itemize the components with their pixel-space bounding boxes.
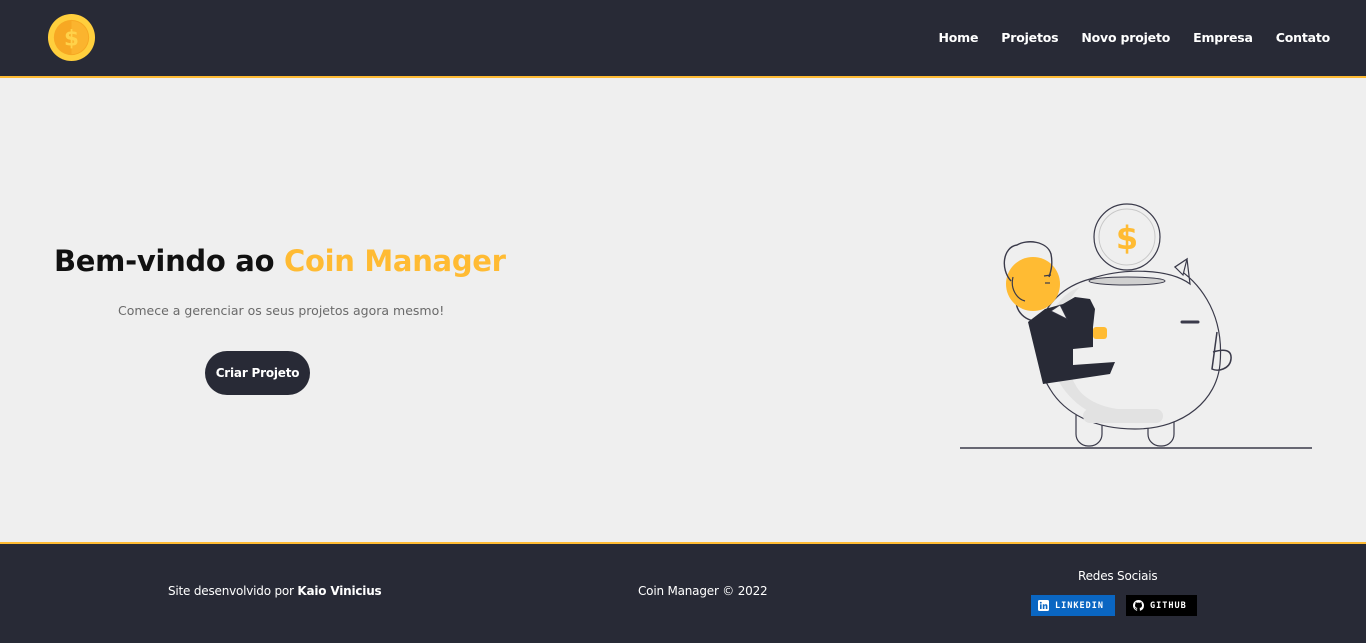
dollar-coin-icon[interactable]: $ — [47, 13, 96, 62]
footer: Site desenvolvido por Kaio Vinicius Coin… — [0, 542, 1366, 643]
nav-link-contato[interactable]: Contato — [1276, 30, 1330, 45]
footer-credit-author: Kaio Vinicius — [297, 584, 382, 598]
linkedin-icon — [1038, 600, 1049, 611]
hero-title-prefix: Bem-vindo ao — [54, 244, 284, 278]
piggy-bank-coin-illustration: $ — [960, 203, 1312, 449]
navbar: $ Home Projetos Novo projeto Empresa Con… — [0, 0, 1366, 78]
footer-credit-prefix: Site desenvolvido por — [168, 584, 298, 598]
svg-text:$: $ — [1116, 219, 1138, 257]
create-project-button[interactable]: Criar Projeto — [205, 351, 310, 395]
linkedin-label: LINKEDIN — [1055, 600, 1104, 611]
github-label: GITHUB — [1150, 600, 1187, 611]
nav-link-novo-projeto[interactable]: Novo projeto — [1081, 30, 1170, 45]
nav-link-home[interactable]: Home — [939, 30, 979, 45]
github-icon — [1133, 600, 1144, 611]
nav-link-empresa[interactable]: Empresa — [1193, 30, 1253, 45]
hero-subtitle: Comece a gerenciar os seus projetos agor… — [118, 303, 445, 318]
hero-title: Bem-vindo ao Coin Manager — [54, 244, 506, 278]
footer-credit: Site desenvolvido por Kaio Vinicius — [168, 584, 382, 598]
github-badge[interactable]: GITHUB — [1126, 595, 1197, 616]
social-title: Redes Sociais — [1078, 569, 1158, 583]
svg-text:$: $ — [64, 26, 79, 51]
main-nav: Home Projetos Novo projeto Empresa Conta… — [916, 30, 1331, 45]
footer-copyright: Coin Manager © 2022 — [638, 584, 768, 598]
hero-section: Bem-vindo ao Coin Manager Comece a geren… — [0, 79, 1366, 542]
linkedin-badge[interactable]: LINKEDIN — [1031, 595, 1115, 616]
nav-link-projetos[interactable]: Projetos — [1001, 30, 1058, 45]
hero-title-highlight: Coin Manager — [283, 244, 506, 278]
